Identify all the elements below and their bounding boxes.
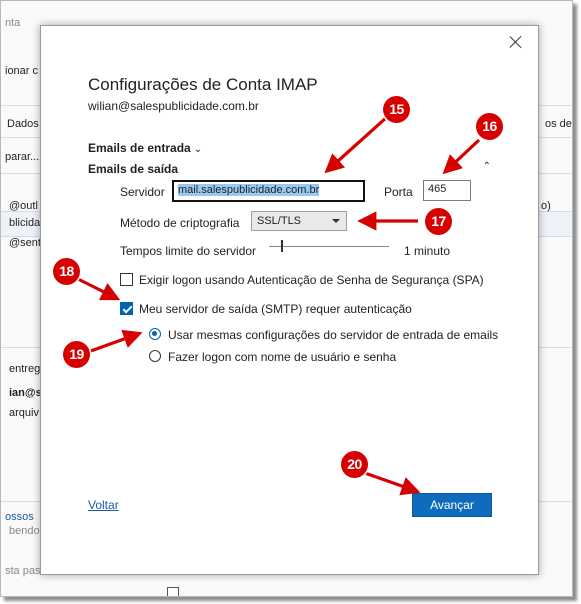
outgoing-section-label: Emails de saída xyxy=(88,162,179,176)
annotation-badge-20: 20 xyxy=(341,451,368,478)
incoming-section-toggle[interactable]: Emails de entrada ⌄ xyxy=(88,141,202,155)
radio-same-settings[interactable] xyxy=(149,328,161,340)
server-input[interactable]: mail.salespublicidade.com.br xyxy=(172,180,365,202)
annotation-badge-17: 17 xyxy=(425,208,452,235)
bg-fragment: o) xyxy=(541,200,551,212)
radio-same-label: Usar mesmas configurações do servidor de… xyxy=(168,328,499,342)
back-link[interactable]: Voltar xyxy=(88,498,119,512)
timeout-label: Tempos limite do servidor xyxy=(120,244,257,258)
incoming-section-label: Emails de entrada xyxy=(88,141,191,155)
dialog-title: Configurações de Conta IMAP xyxy=(88,75,318,94)
server-value: mail.salespublicidade.com.br xyxy=(178,184,320,196)
radio-login-credentials[interactable] xyxy=(149,350,161,362)
timeout-slider-thumb[interactable] xyxy=(281,240,283,252)
annotation-badge-16: 16 xyxy=(476,113,503,140)
timeout-value: 1 minuto xyxy=(404,244,451,258)
encryption-select[interactable]: SSL/TLS xyxy=(251,211,347,231)
annotation-badge-15: 15 xyxy=(383,96,410,123)
spa-label: Exigir logon usando Autenticação de Senh… xyxy=(139,273,484,287)
port-label: Porta xyxy=(384,185,413,199)
smtp-auth-label: Meu servidor de saída (SMTP) requer aute… xyxy=(139,302,412,316)
annotation-badge-18: 18 xyxy=(53,258,80,285)
bg-checkbox xyxy=(167,587,179,596)
screenshot-frame: nta ionar c Dados os de parar... @outl b… xyxy=(0,0,573,597)
account-email: wilian@salespublicidade.com.br xyxy=(88,99,259,113)
server-label: Servidor xyxy=(120,185,165,199)
radio-login-label: Fazer logon com nome de usuário e senha xyxy=(168,350,397,364)
imap-settings-dialog: Configurações de Conta IMAP wilian@sales… xyxy=(40,25,539,575)
port-input[interactable]: 465 xyxy=(423,180,471,201)
chevron-up-icon[interactable]: ⌃ xyxy=(483,161,491,172)
port-value: 465 xyxy=(428,183,447,195)
spa-checkbox[interactable] xyxy=(120,273,133,286)
close-icon[interactable] xyxy=(508,34,524,50)
encryption-label: Método de criptografia xyxy=(120,216,240,230)
bg-fragment: os de xyxy=(545,118,572,130)
encryption-value: SSL/TLS xyxy=(257,215,302,227)
smtp-auth-checkbox[interactable] xyxy=(120,302,133,315)
timeout-slider-track[interactable] xyxy=(269,246,389,247)
outgoing-section-header[interactable]: Emails de saída xyxy=(88,162,178,176)
dropdown-caret-icon xyxy=(332,219,340,223)
next-button[interactable]: Avançar xyxy=(412,493,492,517)
annotation-badge-19: 19 xyxy=(63,341,90,368)
chevron-down-icon: ⌄ xyxy=(193,144,203,155)
